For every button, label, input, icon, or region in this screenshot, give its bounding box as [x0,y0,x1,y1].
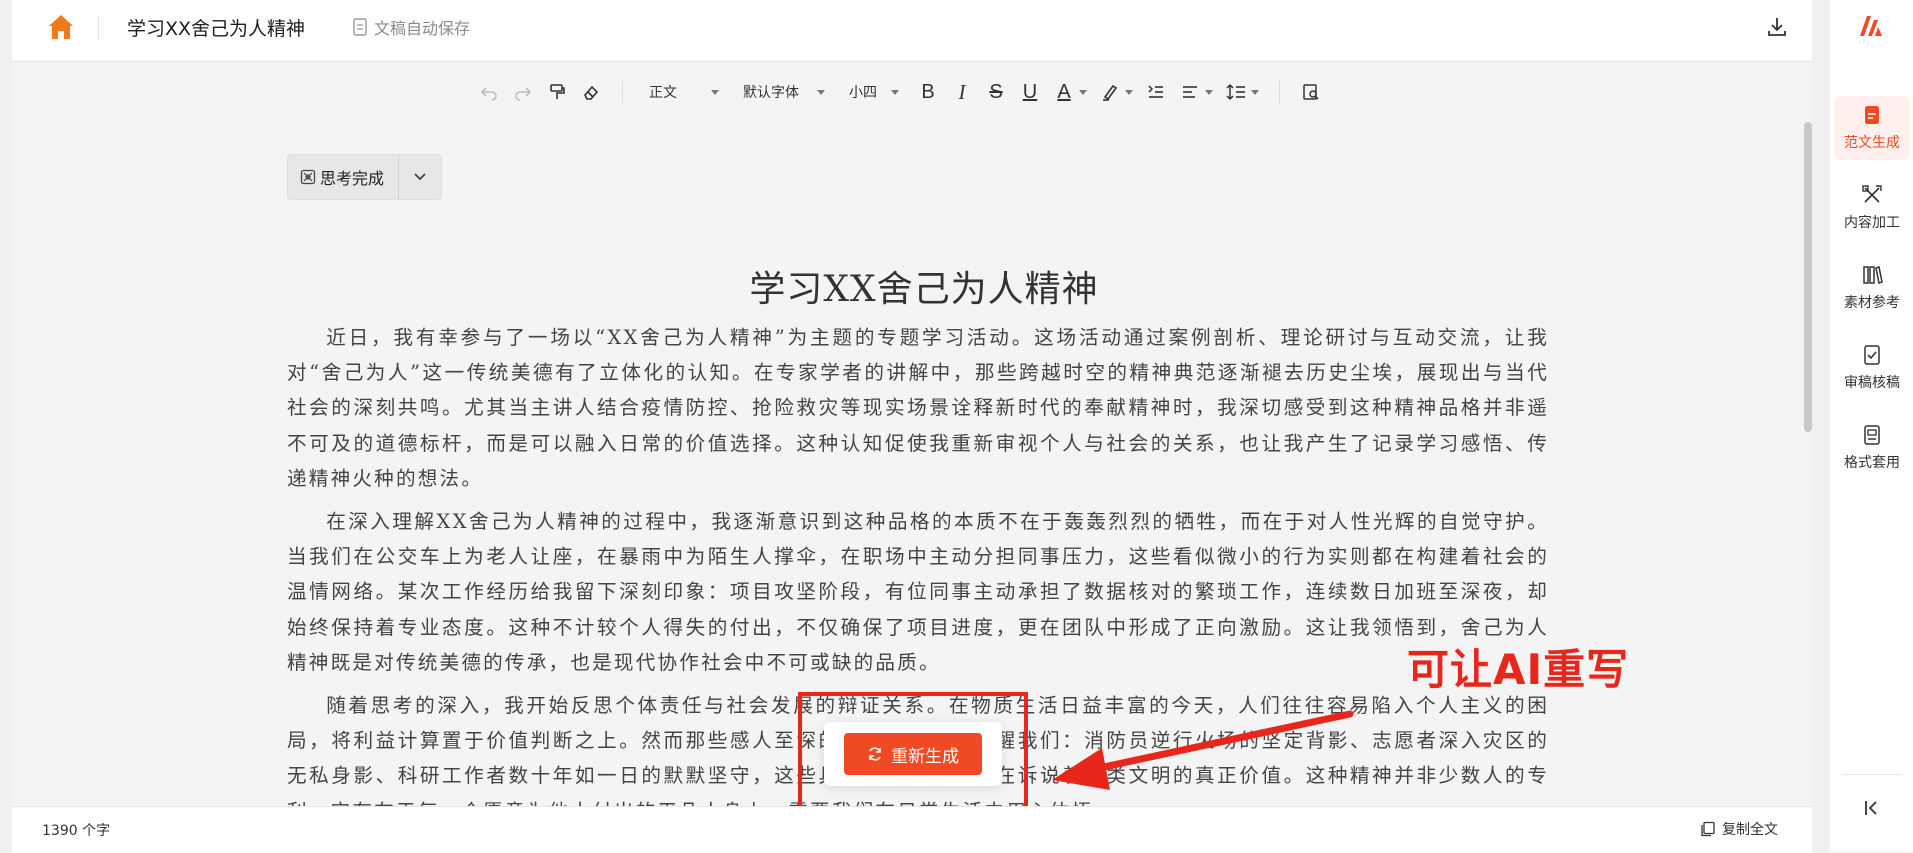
tools-icon [1862,185,1882,203]
thinking-icon [300,169,316,185]
font-color-dropdown[interactable] [1077,89,1089,95]
toolbar-divider [1279,81,1280,103]
chevron-down-icon [817,89,825,95]
right-sidebar: 范文生成 内容加工 素材参考 审稿核稿 格式套用 [1830,0,1913,852]
sidebar-item-review[interactable]: 审稿核稿 [1834,336,1910,400]
strikethrough-button[interactable]: S [982,78,1010,106]
article-title[interactable]: 学习XX舍己为人精神 [12,260,1812,312]
font-size-select[interactable]: 小四 [849,82,899,102]
thinking-expand-button[interactable] [399,155,441,199]
document-title[interactable]: 学习XX舍己为人精神 [127,14,305,41]
download-icon[interactable] [1764,14,1790,40]
copy-icon [1701,821,1715,837]
font-family-select[interactable]: 默认字体 [743,82,825,102]
sidebar-item-label: 审稿核稿 [1844,375,1900,391]
indent-icon[interactable] [1142,78,1170,106]
home-icon[interactable] [46,12,76,42]
document-icon [1865,106,1879,124]
sidebar-item-label: 格式套用 [1844,455,1900,471]
annotation-arrow [1052,710,1354,790]
editor-panel: 学习XX舍己为人精神 文稿自动保存 正文 默认字体 小四 B I S U A 思… [12,0,1812,853]
books-icon [1863,266,1883,284]
collapse-sidebar-icon[interactable] [1860,796,1884,820]
article-paragraph[interactable]: 在深入理解XX舍己为人精神的过程中，我逐渐意识到这种品格的本质不在于轰轰烈烈的牺… [287,504,1549,680]
format-icon [1864,425,1880,445]
highlight-dropdown[interactable] [1123,89,1135,95]
top-bar: 学习XX舍己为人精神 文稿自动保存 [12,0,1812,62]
chevron-down-icon [1125,89,1133,95]
sidebar-item-content-processing[interactable]: 内容加工 [1834,176,1910,240]
divider [98,16,99,40]
status-bar: 1390 个字 复制全文 [12,806,1812,853]
chevron-down-icon [891,89,899,95]
document-icon [353,18,367,36]
checklist-icon [1864,345,1880,365]
annotation-label: 可让AI重写 [1407,645,1630,694]
align-dropdown[interactable] [1203,89,1215,95]
chevron-down-icon [414,173,426,181]
paragraph-style-value: 正文 [649,85,677,101]
eraser-icon[interactable] [577,78,605,106]
redo-icon[interactable] [509,78,537,106]
word-count: 1390 个字 [42,823,111,839]
sidebar-item-label: 素材参考 [1844,295,1900,311]
chevron-down-icon [1251,89,1259,95]
autosave-label: 文稿自动保存 [374,19,471,38]
chevron-down-icon [1079,89,1087,95]
font-family-value: 默认字体 [743,85,799,101]
undo-icon[interactable] [475,78,503,106]
sidebar-item-label: 内容加工 [1844,215,1900,231]
thinking-label: 思考完成 [320,169,385,188]
underline-button[interactable]: U [1016,78,1044,106]
sidebar-item-format-apply[interactable]: 格式套用 [1834,416,1910,480]
highlight-pen-icon[interactable] [1096,78,1124,106]
brand-logo-icon [1854,10,1888,44]
bold-button[interactable]: B [914,78,942,106]
autosave-status: 文稿自动保存 [352,15,470,39]
copy-all-button[interactable]: 复制全文 [1700,819,1778,839]
line-spacing-dropdown[interactable] [1249,89,1261,95]
paragraph-style-select[interactable]: 正文 [649,82,719,102]
find-document-icon[interactable] [1297,78,1325,106]
font-size-value: 小四 [849,85,877,101]
scrollbar-thumb[interactable] [1804,122,1812,432]
italic-button[interactable]: I [948,78,976,106]
chevron-down-icon [711,89,719,95]
sidebar-item-sample-generate[interactable]: 范文生成 [1834,96,1910,160]
font-color-button[interactable]: A [1050,78,1078,106]
sidebar-item-label: 范文生成 [1844,135,1900,151]
format-painter-icon[interactable] [543,78,571,106]
toolbar-divider [622,81,623,103]
divider [1842,774,1902,775]
article-paragraph[interactable]: 近日，我有幸参与了一场以“XX舍己为人精神”为主题的专题学习活动。这场活动通过案… [287,320,1549,496]
format-toolbar: 正文 默认字体 小四 B I S U A [472,76,1328,108]
thinking-status-group: 思考完成 [287,154,443,200]
annotation-highlight-box [798,692,1028,806]
copy-all-label: 复制全文 [1722,822,1778,838]
thinking-status-button[interactable]: 思考完成 [288,155,400,199]
line-spacing-icon[interactable] [1222,78,1250,106]
editor-canvas[interactable]: 正文 默认字体 小四 B I S U A 思考完成 学习XX舍己为人精神 近日，… [12,62,1812,806]
sidebar-item-material-reference[interactable]: 素材参考 [1834,256,1910,320]
align-left-icon[interactable] [1176,78,1204,106]
scrollbar[interactable] [1804,62,1812,806]
chevron-down-icon [1205,89,1213,95]
